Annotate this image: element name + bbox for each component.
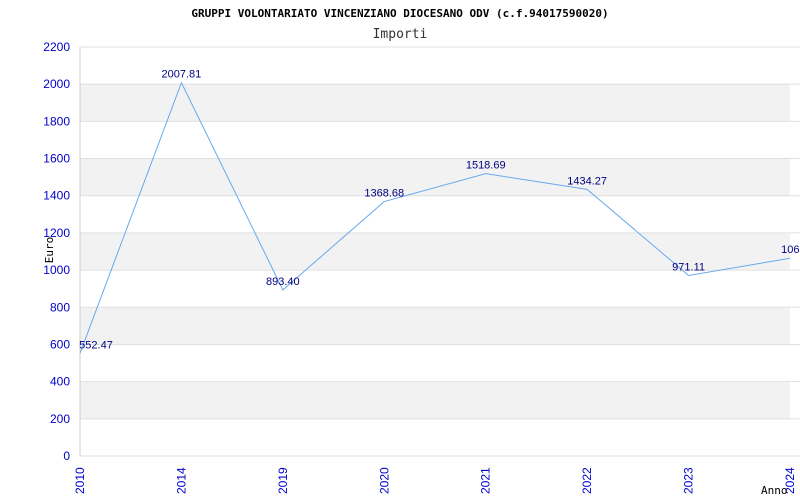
y-tick-label: 2200: [43, 40, 70, 54]
x-tick-label: 2022: [580, 467, 594, 494]
data-label: 971.11: [672, 261, 705, 273]
data-label: 2007.81: [162, 69, 202, 81]
x-axis-label: Anno: [761, 484, 788, 497]
y-tick-label: 400: [50, 375, 70, 389]
y-tick-label: 1800: [43, 114, 70, 128]
grid-band: [80, 84, 790, 122]
chart-subtitle: Importi: [373, 27, 428, 42]
x-tick-label: 2021: [479, 467, 493, 494]
data-label: 1368.68: [364, 188, 404, 200]
x-tick-label: 2023: [682, 467, 696, 494]
x-tick-label: 2019: [276, 467, 290, 494]
y-tick-label: 2000: [43, 77, 70, 91]
y-tick-label: 200: [50, 412, 70, 426]
grid-band: [80, 307, 790, 345]
data-label: 893.40: [266, 276, 300, 288]
grid-band: [80, 158, 790, 196]
x-tick-label: 2014: [174, 467, 188, 494]
line-chart: 0200400600800100012001400160018002000220…: [43, 7, 800, 497]
y-axis-label: Euro: [43, 237, 56, 264]
chart-title: GRUPPI VOLONTARIATO VINCENZIANO DIOCESAN…: [191, 7, 608, 20]
x-tick-labels: 2010 2014 2019 2020 2021 2022 2023 2024: [73, 467, 797, 494]
x-tick-label: 2010: [73, 467, 87, 494]
grid-band: [80, 381, 790, 419]
y-tick-label: 0: [63, 449, 70, 463]
data-label: 1434.27: [567, 175, 607, 187]
y-tick-label: 1000: [43, 263, 70, 277]
data-label: 1063.7: [781, 244, 800, 256]
data-label: 1518.69: [466, 160, 506, 172]
y-tick-label: 600: [50, 337, 70, 351]
x-tick-label: 2020: [377, 467, 391, 494]
data-label: 552.47: [79, 339, 113, 351]
y-tick-label: 800: [50, 300, 70, 314]
y-tick-label: 1600: [43, 152, 70, 166]
grid-bands: [80, 84, 790, 419]
y-tick-label: 1400: [43, 189, 70, 203]
